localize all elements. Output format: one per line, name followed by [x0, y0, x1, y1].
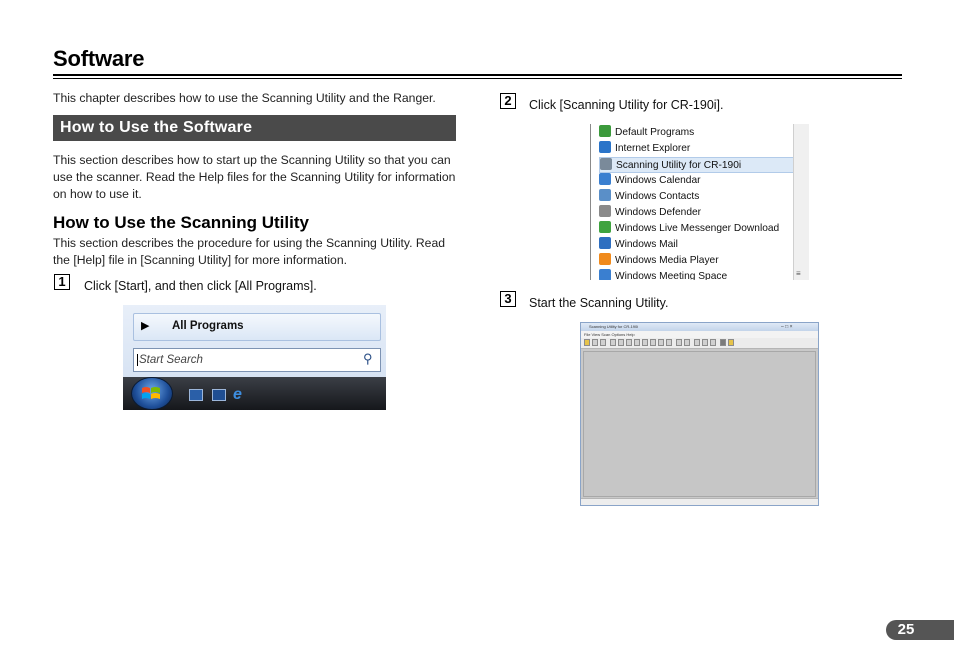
title-rule-thin [53, 78, 902, 79]
help-icon[interactable] [728, 339, 734, 346]
eject-icon[interactable] [720, 339, 726, 346]
start-menu-screenshot: ▶ All Programs Start Search ⚲ e [123, 305, 386, 410]
status-bar [581, 498, 818, 505]
window-menu-items[interactable]: File View Scan Options Help [584, 331, 635, 338]
tool-icon[interactable] [658, 339, 664, 346]
step-2-number: 2 [500, 93, 516, 109]
meeting-space-icon [599, 269, 611, 280]
program-item[interactable]: Windows Defender [599, 205, 795, 221]
scrollbar[interactable] [793, 124, 809, 280]
contacts-icon [599, 189, 611, 201]
program-item[interactable]: Windows Meeting Space [599, 269, 795, 280]
show-desktop-icon[interactable] [189, 389, 203, 401]
scan-tool-icon[interactable] [584, 339, 590, 346]
triangle-right-icon: ▶ [141, 320, 150, 332]
tool-icon[interactable] [702, 339, 708, 346]
step-3-number: 3 [500, 291, 516, 307]
tool-icon[interactable] [666, 339, 672, 346]
step-3-text: Start the Scanning Utility. [529, 296, 669, 310]
page-title: Software [53, 46, 145, 71]
program-item[interactable]: Windows Live Messenger Download [599, 221, 795, 237]
windows-logo-icon [142, 387, 160, 399]
tool-icon[interactable] [626, 339, 632, 346]
defender-icon [599, 205, 611, 217]
tool-icon[interactable] [634, 339, 640, 346]
page-number: 25 [897, 621, 915, 638]
program-item-scanning-utility[interactable]: Scanning Utility for CR-190i [599, 157, 795, 173]
default-programs-icon [599, 125, 611, 137]
step-1-number: 1 [54, 274, 70, 290]
tool-icon[interactable] [600, 339, 606, 346]
scanning-utility-window: Scanning Utility for CR-190i – □ × File … [580, 322, 819, 506]
media-player-icon [599, 253, 611, 265]
program-item[interactable]: Windows Contacts [599, 189, 795, 205]
window-title: Scanning Utility for CR-190i [589, 324, 639, 329]
window-controls-icon[interactable]: – □ × [781, 324, 793, 330]
internet-explorer-icon [599, 141, 611, 153]
tool-icon[interactable] [694, 339, 700, 346]
calendar-icon [599, 173, 611, 185]
subsection-description: This section describes the procedure for… [53, 236, 446, 267]
program-item[interactable]: Windows Media Player [599, 253, 795, 269]
all-programs-label: All Programs [172, 320, 244, 332]
all-programs-screenshot: Default Programs Internet Explorer Scann… [590, 124, 810, 280]
subsection-heading: How to Use the Scanning Utility [53, 213, 309, 232]
mail-icon [599, 237, 611, 249]
section-heading: How to Use the Software [60, 119, 253, 136]
all-programs-button[interactable] [133, 313, 381, 341]
tool-icon[interactable] [684, 339, 690, 346]
program-item[interactable]: Default Programs [599, 125, 795, 141]
tool-icon[interactable] [618, 339, 624, 346]
tool-icon[interactable] [650, 339, 656, 346]
search-icon[interactable]: ⚲ [363, 351, 373, 367]
title-rule-thick [53, 74, 902, 76]
chapter-intro: This chapter describes how to use the Sc… [53, 91, 436, 105]
step-1-text: Click [Start], and then click [All Progr… [84, 279, 317, 293]
tool-icon[interactable] [592, 339, 598, 346]
image-display-area[interactable] [583, 351, 816, 497]
tool-icon[interactable] [642, 339, 648, 346]
tool-icon[interactable] [676, 339, 682, 346]
program-item[interactable]: Windows Calendar [599, 173, 795, 189]
switch-windows-icon[interactable] [212, 389, 226, 401]
scroll-grip-icon: ≡ [796, 269, 801, 278]
program-item[interactable]: Internet Explorer [599, 141, 795, 157]
start-search-placeholder: Start Search [137, 354, 203, 366]
internet-explorer-icon[interactable]: e [233, 386, 242, 404]
messenger-icon [599, 221, 611, 233]
program-item[interactable]: Windows Mail [599, 237, 795, 253]
tool-icon[interactable] [710, 339, 716, 346]
scanner-icon [600, 158, 612, 170]
tool-icon[interactable] [610, 339, 616, 346]
step-2-text: Click [Scanning Utility for CR-190i]. [529, 98, 724, 112]
section-description: This section describes how to start up t… [53, 153, 456, 201]
